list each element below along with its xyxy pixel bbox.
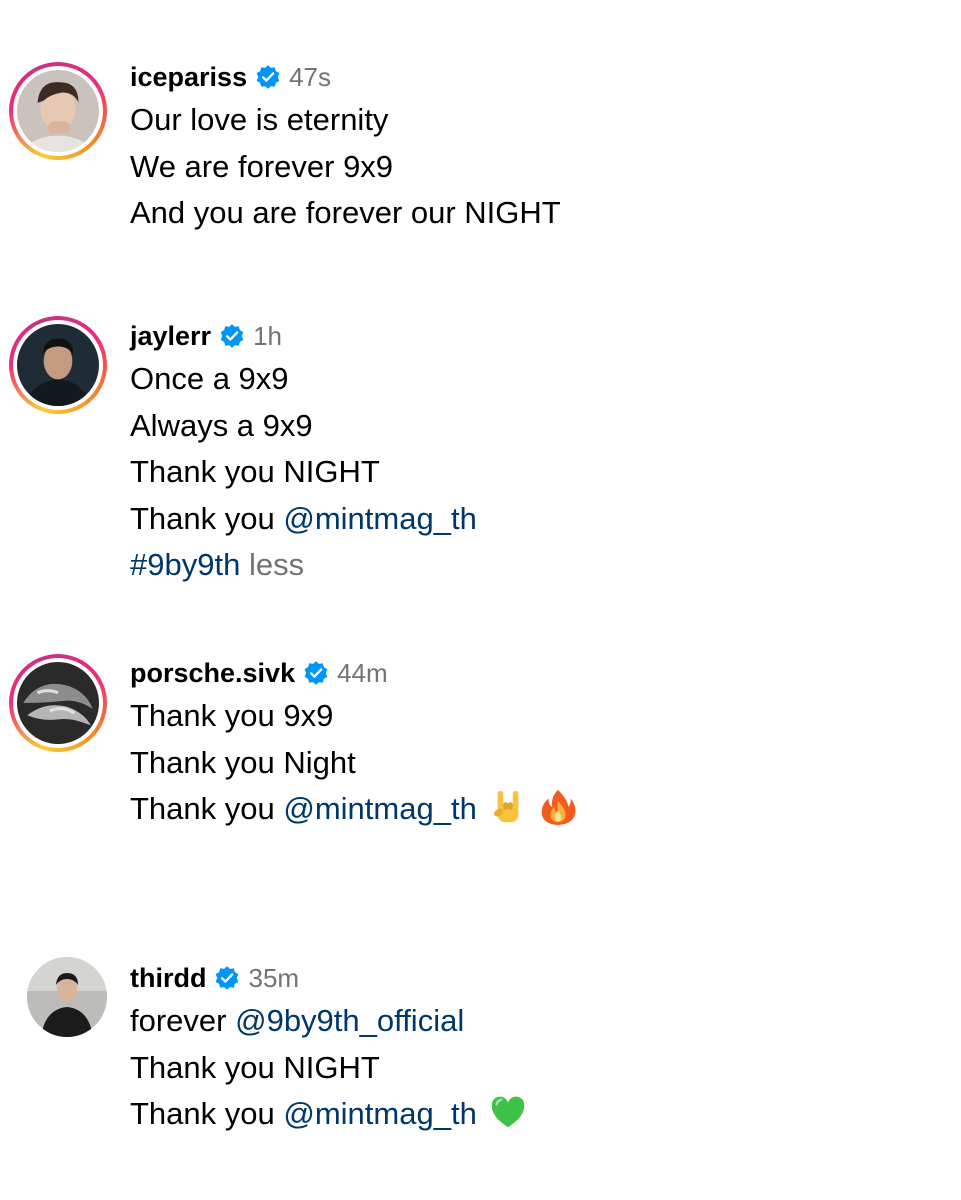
comment-line: Our love is eternity	[130, 102, 389, 137]
comment-line: Thank you NIGHT	[130, 1049, 380, 1085]
verified-badge-icon	[304, 661, 328, 685]
comment-line: Once a 9x9	[130, 361, 289, 396]
comment-line: Always a 9x9	[130, 407, 313, 443]
timestamp: 44m	[337, 657, 388, 688]
green-heart-emoji-icon	[491, 1096, 525, 1128]
verified-badge-icon	[220, 324, 244, 348]
rock-hand-emoji-icon	[493, 790, 519, 823]
line-text: Thank you	[130, 1096, 284, 1131]
verified-badge-icon	[216, 966, 239, 990]
comment-header: icepariss 47s	[130, 57, 561, 97]
mention-link[interactable]: @mintmag_th	[283, 1096, 476, 1131]
timestamp: 1h	[253, 320, 282, 351]
comment-line: Thank you @mintmag_th	[130, 496, 477, 543]
less-button[interactable]: less	[249, 547, 304, 582]
timestamp: 35m	[248, 962, 300, 993]
avatar	[17, 662, 99, 744]
comment-line: Thank you NIGHT	[130, 454, 380, 489]
avatar	[17, 70, 99, 152]
line-text: Thank you	[130, 500, 284, 536]
comment-line: Thank you Night	[130, 744, 356, 780]
comment-line: Thank you 9x9	[130, 698, 334, 733]
mention-link[interactable]: @mintmag_th	[283, 501, 476, 536]
line-text: Thank you	[130, 791, 284, 826]
username[interactable]: icepariss	[130, 62, 247, 93]
avatar-wrapper[interactable]	[27, 957, 107, 1037]
mention-link[interactable]: @mintmag_th	[283, 791, 476, 826]
avatar	[27, 957, 107, 1037]
avatar-story-ring[interactable]	[9, 316, 107, 414]
avatar-story-ring[interactable]	[9, 62, 107, 160]
comment-header: jaylerr 1h	[130, 316, 477, 356]
comment-line: And you are forever our NIGHT	[130, 195, 561, 230]
comment-line: Thank you @mintmag_th	[130, 786, 577, 833]
line-text: forever	[130, 1003, 236, 1038]
comment-line: We are forever 9x9	[130, 148, 394, 184]
comment-header: porsche.sivk 44m	[130, 653, 577, 693]
username[interactable]: porsche.sivk	[130, 658, 295, 689]
mention-link[interactable]: @9by9th_official	[235, 1003, 464, 1038]
comment-line: forever @9by9th_official	[130, 998, 527, 1045]
username[interactable]: thirdd	[130, 963, 206, 994]
username[interactable]: jaylerr	[130, 321, 211, 352]
fire-emoji-icon	[541, 789, 576, 826]
comment-line: #9by9th less	[130, 542, 477, 589]
comment-header: thirdd 35m	[130, 958, 527, 998]
comment-line: Thank you @mintmag_th	[130, 1091, 527, 1138]
timestamp: 47s	[289, 61, 332, 92]
verified-badge-icon	[256, 65, 280, 89]
hashtag-link[interactable]: #9by9th	[130, 547, 240, 582]
avatar	[17, 324, 99, 406]
avatar-story-ring[interactable]	[9, 654, 107, 752]
